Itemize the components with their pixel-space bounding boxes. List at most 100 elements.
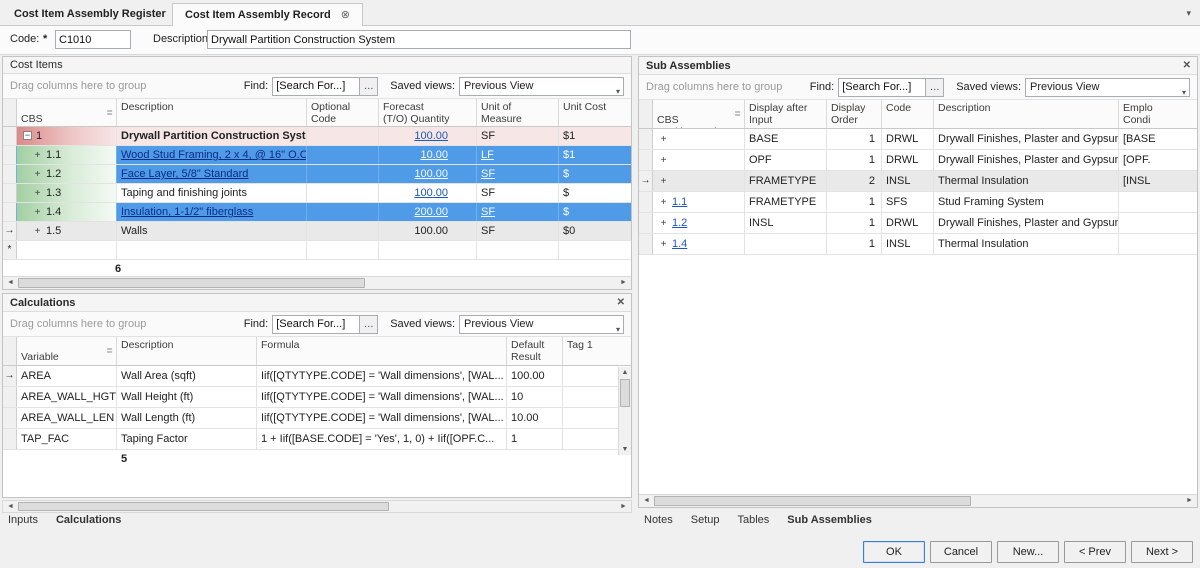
find-more-button[interactable]: … (360, 315, 378, 334)
quantity-cell[interactable]: 100.00 (379, 127, 477, 145)
code-cell[interactable]: DRWL (882, 150, 934, 170)
cbs-position-cell[interactable]: +1.1 (653, 192, 745, 212)
default-result-cell[interactable]: 10 (507, 387, 563, 407)
tab-notes[interactable]: Notes (644, 514, 673, 532)
quantity-cell[interactable] (379, 241, 477, 259)
variable-name-cell[interactable]: TAP_FAC (17, 429, 117, 449)
cost-item-row[interactable]: → +1.5 Walls 100.00 SF $0 (3, 222, 631, 241)
optional-code-cell[interactable] (307, 203, 379, 221)
display-after-input-cell[interactable]: INSL (745, 213, 827, 233)
calculations-vertical-scrollbar[interactable]: ▲ ▼ (618, 367, 631, 455)
expand-icon[interactable]: + (659, 151, 668, 170)
next-button[interactable]: Next > (1131, 541, 1193, 563)
display-order-cell[interactable]: 1 (827, 234, 882, 254)
cbs-position-cell[interactable]: +1.2 (17, 165, 117, 183)
saved-views-select[interactable]: Previous View ▾ (1025, 78, 1190, 97)
cbs-position-cell[interactable]: +1.3 (17, 184, 117, 202)
quantity-link[interactable]: 100.00 (414, 130, 448, 142)
description-link[interactable]: Wood Stud Framing, 2 x 4, @ 16" O.C. (121, 149, 307, 161)
cost-item-row[interactable]: +1.2 Face Layer, 5/8" Standard 100.00 SF… (3, 165, 631, 184)
close-icon[interactable]: ✕ (617, 294, 625, 312)
employment-conditions-cell[interactable]: [INSL (1119, 171, 1197, 191)
find-input[interactable] (272, 77, 360, 96)
uom-link[interactable]: LF (481, 149, 494, 161)
description-cell[interactable]: Wall Height (ft) (117, 387, 257, 407)
uom-cell[interactable]: SF (477, 165, 559, 183)
cbs-code-link[interactable]: 1.1 (672, 196, 687, 208)
tab-calculations[interactable]: Calculations (56, 514, 121, 532)
scrollbar-thumb[interactable] (654, 496, 971, 506)
expand-icon[interactable]: + (659, 214, 668, 233)
uom-cell[interactable]: SF (477, 222, 559, 240)
description-cell[interactable]: Taping Factor (117, 429, 257, 449)
column-header-display-order[interactable]: Display Order (827, 100, 882, 128)
cost-items-horizontal-scrollbar[interactable]: ◄ ► (3, 276, 631, 289)
scroll-right-icon[interactable]: ► (616, 277, 631, 289)
display-after-input-cell[interactable] (745, 234, 827, 254)
optional-code-cell[interactable] (307, 127, 379, 145)
sub-assemblies-horizontal-scrollbar[interactable]: ◄ ► (639, 494, 1197, 507)
expand-icon[interactable]: + (33, 185, 42, 202)
optional-code-cell[interactable] (307, 222, 379, 240)
employment-conditions-cell[interactable] (1119, 213, 1197, 233)
description-cell[interactable]: Drywall Finishes, Plaster and Gypsum Boa… (934, 129, 1119, 149)
scroll-right-icon[interactable]: ► (616, 501, 631, 512)
column-header-variable-name[interactable]: Variable Name ≣ (17, 337, 117, 365)
saved-views-select[interactable]: Previous View ▾ (459, 315, 624, 334)
variable-name-cell[interactable]: AREA_WALL_LEN (17, 408, 117, 428)
scroll-left-icon[interactable]: ◄ (3, 501, 18, 512)
column-header-display-after-input[interactable]: Display after Input (745, 100, 827, 128)
description-cell[interactable]: Thermal Insulation (934, 171, 1119, 191)
quantity-cell[interactable]: 100.00 (379, 184, 477, 202)
expand-icon[interactable]: + (659, 172, 668, 191)
quantity-link[interactable]: 10.00 (420, 149, 448, 161)
cbs-position-cell[interactable] (17, 241, 117, 259)
close-icon[interactable]: ✕ (1183, 57, 1191, 75)
unit-cost-cell[interactable]: $ (559, 165, 631, 183)
tab-cost-item-assembly-record[interactable]: Cost Item Assembly Record ⊗ (172, 3, 363, 26)
description-cell[interactable]: Drywall Finishes, Plaster and Gypsum Boa… (934, 150, 1119, 170)
column-header-default-result[interactable]: Default Result (507, 337, 563, 365)
cbs-position-cell[interactable]: + (653, 171, 745, 191)
expand-icon[interactable]: + (33, 147, 42, 164)
find-more-button[interactable]: … (926, 78, 944, 97)
column-header-description[interactable]: Description (934, 100, 1119, 128)
formula-cell[interactable]: 1 + Iif([BASE.CODE] = 'Yes', 1, 0) + Iif… (257, 429, 507, 449)
uom-link[interactable]: SF (481, 168, 495, 180)
cbs-position-cell[interactable]: +1.5 (17, 222, 117, 240)
description-cell[interactable] (117, 241, 307, 259)
optional-code-cell[interactable] (307, 165, 379, 183)
description-cell[interactable]: Wood Stud Framing, 2 x 4, @ 16" O.C. (117, 146, 307, 164)
tab-cost-item-assembly-register[interactable]: Cost Item Assembly Register (2, 3, 178, 26)
display-order-cell[interactable]: 1 (827, 192, 882, 212)
code-cell[interactable]: DRWL (882, 129, 934, 149)
display-after-input-cell[interactable]: BASE (745, 129, 827, 149)
column-header-tag[interactable]: Tag 1 (563, 337, 631, 365)
expand-icon[interactable]: + (33, 166, 42, 183)
description-cell[interactable]: Walls (117, 222, 307, 240)
cost-item-row[interactable]: −1 Drywall Partition Construction System… (3, 127, 631, 146)
tab-sub-assemblies[interactable]: Sub Assemblies (787, 514, 872, 532)
description-input[interactable] (207, 30, 631, 49)
sub-assembly-row[interactable]: + OPF 1 DRWL Drywall Finishes, Plaster a… (639, 150, 1197, 171)
code-cell[interactable]: SFS (882, 192, 934, 212)
cbs-code-link[interactable]: 1.2 (672, 217, 687, 229)
cost-item-row[interactable]: +1.3 Taping and finishing joints 100.00 … (3, 184, 631, 203)
quantity-link[interactable]: 100.00 (414, 187, 448, 199)
quantity-cell[interactable]: 100.00 (379, 222, 477, 240)
quantity-cell[interactable]: 100.00 (379, 165, 477, 183)
quantity-link[interactable]: 200.00 (414, 206, 448, 218)
display-order-cell[interactable]: 1 (827, 150, 882, 170)
column-header-description[interactable]: Description (117, 337, 257, 365)
uom-cell[interactable]: SF (477, 184, 559, 202)
description-cell[interactable]: Drywall Finishes, Plaster and Gypsum Boa… (934, 213, 1119, 233)
description-cell[interactable]: Taping and finishing joints (117, 184, 307, 202)
column-header-formula[interactable]: Formula (257, 337, 507, 365)
scroll-left-icon[interactable]: ◄ (639, 495, 654, 507)
employment-conditions-cell[interactable] (1119, 192, 1197, 212)
column-header-unit-cost[interactable]: Unit Cost (559, 99, 631, 126)
calculation-row[interactable]: AREA_WALL_LEN Wall Length (ft) Iif([QTYT… (3, 408, 631, 429)
sub-assembly-row[interactable]: +1.2 INSL 1 DRWL Drywall Finishes, Plast… (639, 213, 1197, 234)
tab-close-icon[interactable]: ⊗ (341, 4, 350, 26)
tab-tables[interactable]: Tables (738, 514, 770, 532)
